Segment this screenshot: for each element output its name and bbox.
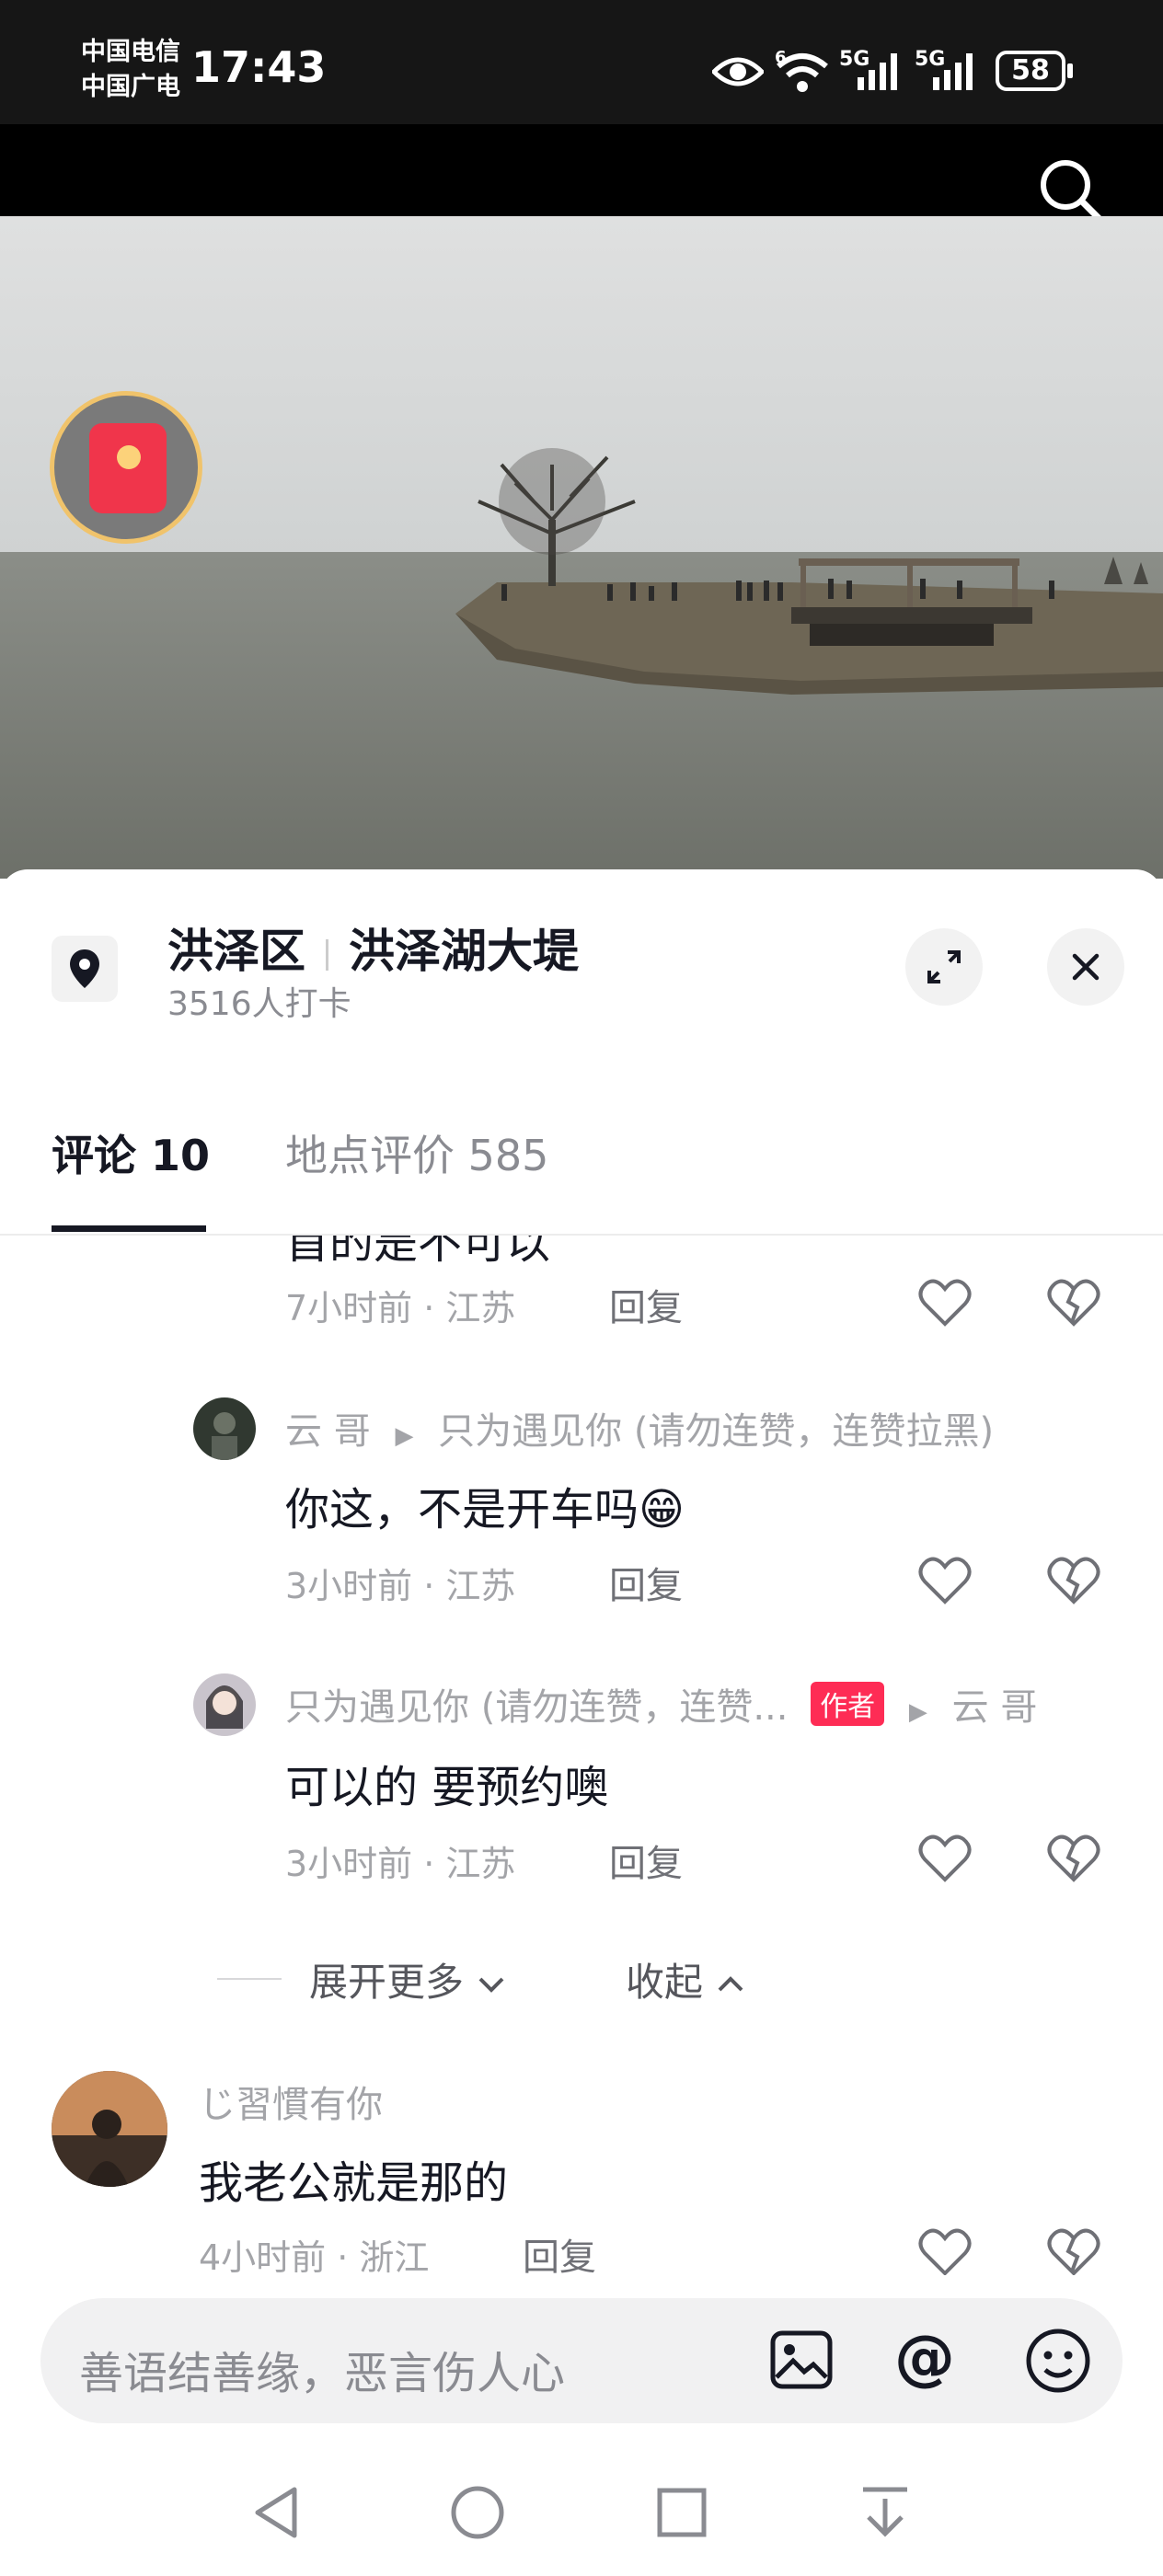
- like-heart-icon[interactable]: [917, 1556, 973, 1605]
- status-bar: 中国电信 中国广电 17:43 6 5G 5G 58: [0, 0, 1163, 124]
- expand-button[interactable]: [905, 928, 983, 1006]
- reply-to-username: 只为遇见你 (请勿连赞，连赞拉黑): [438, 1410, 995, 1453]
- dislike-broken-heart-icon[interactable]: [1046, 1834, 1101, 1883]
- battery-indicator: 58: [996, 51, 1065, 91]
- clock: 17:43: [191, 42, 327, 92]
- expand-more-label: 展开更多: [309, 1960, 465, 2005]
- comment-text: 你这，不是开车吗😁: [285, 1484, 685, 1535]
- reply-button[interactable]: 回复: [523, 2227, 596, 2275]
- dislike-broken-heart-icon[interactable]: [1046, 1278, 1101, 1328]
- tab-comments[interactable]: 评论 10: [52, 1122, 210, 1183]
- avatar[interactable]: [52, 2071, 167, 2187]
- eye-icon: [712, 57, 764, 86]
- active-tab-indicator: [52, 1225, 206, 1232]
- signal-bars-icon-2: [933, 53, 973, 90]
- comment-meta: 4小时前 · 浙江: [199, 2237, 430, 2275]
- emoji-icon[interactable]: [1025, 2328, 1091, 2394]
- comment-meta: 3小时前 · 江苏: [285, 1566, 516, 1606]
- reply-button[interactable]: 回复: [609, 1278, 683, 1331]
- location-pin-icon: [70, 949, 99, 988]
- reply-button[interactable]: 回复: [609, 1556, 683, 1609]
- chevron-down-icon: [478, 1977, 504, 1993]
- red-packet-button[interactable]: [50, 391, 202, 544]
- reply-button[interactable]: 回复: [609, 1834, 683, 1887]
- hide-nav-icon[interactable]: [859, 2484, 911, 2541]
- comment-username[interactable]: じ習慣有你: [199, 2075, 383, 2128]
- comment-user[interactable]: 只为遇见你 (请勿连赞，连赞... 作者 ▶ 云 哥: [285, 1677, 1037, 1731]
- battery-tip: [1067, 63, 1073, 78]
- location-pin-box: [52, 936, 118, 1002]
- coin-icon: [117, 445, 141, 469]
- author-badge: 作者: [811, 1682, 885, 1726]
- comment-input-bar[interactable]: 善语结善缘，恶言伤人心 @: [40, 2298, 1123, 2423]
- dislike-broken-heart-icon[interactable]: [1046, 1556, 1101, 1605]
- like-heart-icon[interactable]: [917, 2227, 973, 2275]
- like-heart-icon[interactable]: [917, 1834, 973, 1883]
- recents-icon[interactable]: [655, 2486, 708, 2539]
- mention-icon[interactable]: @: [894, 2322, 955, 2393]
- reply-to-username: 云 哥: [951, 1686, 1038, 1729]
- reply-arrow-icon: ▶: [908, 1698, 927, 1726]
- comment-meta: 7小时前 · 江苏: [285, 1288, 516, 1328]
- place-name: 洪泽湖大堤: [349, 925, 579, 978]
- avatar[interactable]: [193, 1397, 256, 1460]
- comment-list[interactable]: 首的是不可以 7小时前 · 江苏 回复 云 哥 ▶ 只为遇见你 (请勿连赞，连赞…: [0, 1236, 1163, 2275]
- comment-user[interactable]: 云 哥 ▶ 只为遇见你 (请勿连赞，连赞拉黑): [285, 1401, 994, 1455]
- location-photo[interactable]: [0, 216, 1163, 879]
- collapse-button[interactable]: 收起: [626, 1951, 746, 2007]
- image-icon[interactable]: [769, 2329, 834, 2390]
- expand-more-button[interactable]: 展开更多: [309, 1951, 507, 2007]
- comment-username: 只为遇见你 (请勿连赞，连赞...: [285, 1686, 789, 1729]
- dislike-broken-heart-icon[interactable]: [1046, 2227, 1101, 2275]
- comment-text: 我老公就是那的: [199, 2157, 509, 2209]
- like-heart-icon[interactable]: [917, 1278, 973, 1328]
- back-icon[interactable]: [250, 2484, 302, 2541]
- comment-text: 可以的 要预约噢: [285, 1762, 609, 1813]
- chevron-up-icon: [718, 1976, 743, 1992]
- title-divider: [326, 938, 328, 971]
- system-nav-bar: [0, 2447, 1163, 2576]
- carrier-1: 中国电信: [81, 38, 180, 66]
- checkin-count: 3516人打卡: [167, 985, 351, 1023]
- comment-meta: 3小时前 · 江苏: [285, 1844, 516, 1884]
- collapse-label: 收起: [626, 1960, 704, 2005]
- close-button[interactable]: [1047, 928, 1124, 1006]
- comment-text: 首的是不可以: [285, 1236, 551, 1269]
- avatar[interactable]: [193, 1673, 256, 1736]
- carrier-2: 中国广电: [81, 73, 180, 101]
- expand-divider: [217, 1978, 282, 1980]
- wifi-6-label: 6: [775, 48, 787, 67]
- district-name: 洪泽区: [167, 925, 305, 978]
- signal-bars-icon: [858, 53, 897, 90]
- comment-username: 云 哥: [285, 1410, 371, 1453]
- top-bar: [0, 124, 1163, 225]
- location-title[interactable]: 洪泽区 洪泽湖大堤: [167, 914, 579, 981]
- tab-location-reviews[interactable]: 地点评价 585: [285, 1122, 548, 1183]
- home-icon[interactable]: [449, 2484, 506, 2541]
- reply-arrow-icon: ▶: [395, 1422, 414, 1450]
- comment-input-placeholder[interactable]: 善语结善缘，恶言伤人心: [79, 2337, 565, 2401]
- close-icon: [1072, 953, 1100, 981]
- expand-icon: [927, 950, 961, 983]
